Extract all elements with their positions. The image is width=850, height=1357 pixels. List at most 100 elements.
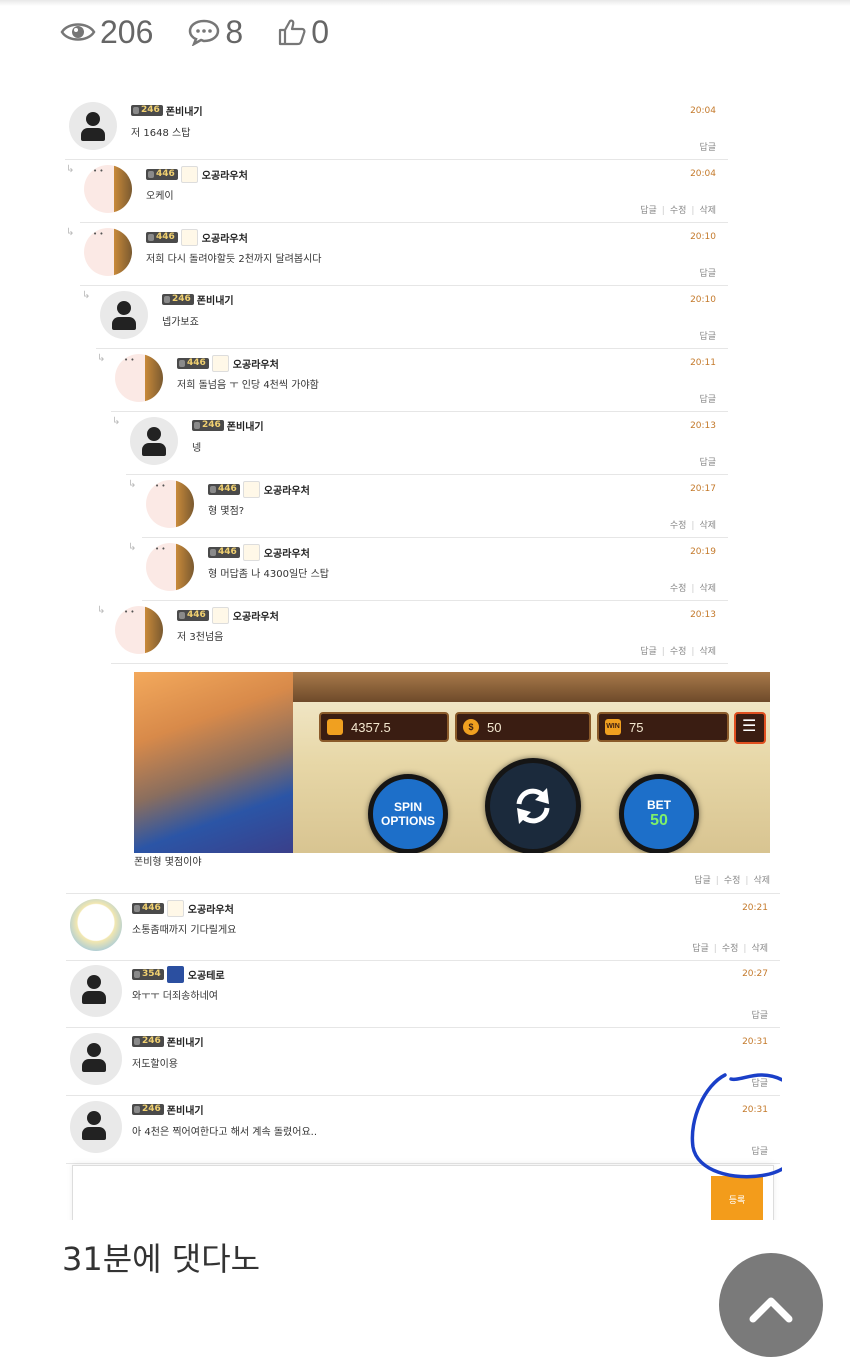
comment-actions: 답글 | 수정 | 삭제 (692, 944, 768, 954)
comment-author[interactable]: 폰비내기 (166, 103, 203, 118)
image-comment-actions: 답글 | 수정 | 삭제 (694, 876, 770, 886)
comment-time: 20:27 (742, 969, 768, 979)
comment-time: 20:04 (690, 106, 716, 116)
comment-item: ↳ 446 오공라우처 형 머답좀 나 4300일단 스탑 20:19 수정|삭… (128, 538, 728, 601)
reply-button[interactable]: 답글 (692, 944, 709, 954)
post-body-text: 31분에 댓다노 (62, 1240, 261, 1278)
comment-time: 20:11 (690, 358, 716, 368)
comment-text: 형 머답좀 나 4300일단 스탑 (208, 569, 329, 580)
reply-button[interactable]: 답글 (640, 206, 657, 216)
edit-button[interactable]: 수정 (670, 647, 687, 657)
comment-meta: 446 오공라우처 (146, 229, 248, 246)
member-badge-icon (166, 966, 184, 983)
reply-arrow-icon: ↳ (128, 479, 137, 490)
comment-author[interactable]: 오공라우처 (233, 608, 279, 623)
comment-author[interactable]: 폰비내기 (227, 418, 264, 433)
win-value: 75 (629, 719, 644, 735)
comment-actions: 답글 | 수정 | 삭제 (640, 206, 716, 216)
comment-actions: 답글 (699, 455, 716, 468)
likes-stat[interactable]: 0 (277, 14, 329, 51)
comments-stat: 8 (187, 14, 243, 51)
avatar (146, 543, 194, 591)
comment-item: ↳ 246 폰비내기 넹 20:13 답글 (112, 412, 728, 475)
reply-arrow-icon: ↳ (82, 290, 91, 301)
comment-author[interactable]: 오공라우처 (264, 545, 310, 560)
attached-game-screenshot: 4357.5 $ 50 WIN 75 SPIN OPTIONS (134, 672, 770, 853)
comment-author[interactable]: 오공라우처 (202, 230, 248, 245)
spin-button[interactable] (485, 758, 581, 853)
comment-screenshot: 246 폰비내기 저 1648 스탑 20:04 답글 ↳ 446 오공라우처 … (62, 95, 782, 1220)
comment-author[interactable]: 오공라우처 (233, 356, 279, 371)
comment-actions: 답글 (751, 1008, 768, 1021)
delete-button[interactable]: 삭제 (699, 647, 716, 657)
comment-item: 246 폰비내기 저 1648 스탑 20:04 답글 (65, 97, 728, 160)
edit-button[interactable]: 수정 (670, 521, 687, 531)
comment-author[interactable]: 폰비내기 (167, 1034, 204, 1049)
reply-button[interactable]: 답글 (699, 269, 716, 279)
bet-button[interactable]: BET 50 (619, 774, 699, 853)
comment-author[interactable]: 폰비내기 (197, 292, 234, 307)
delete-button[interactable]: 삭제 (699, 584, 716, 594)
thumbs-up-icon (279, 19, 306, 46)
reply-arrow-icon: ↳ (128, 542, 137, 553)
comment-time: 20:10 (690, 295, 716, 305)
comment-meta: 246 폰비내기 (132, 1034, 204, 1049)
comment-time: 20:17 (690, 484, 716, 494)
comment-item: 354 오공테로 와ㅜㅜ 더죄송하네여 20:27 답글 (66, 960, 780, 1028)
comment-actions: 답글 (699, 392, 716, 405)
coin-value: 50 (487, 719, 502, 735)
comment-time: 20:31 (742, 1037, 768, 1047)
comment-meta: 246 폰비내기 (132, 1102, 204, 1117)
comment-author[interactable]: 오공라우처 (188, 901, 234, 916)
reply-button[interactable]: 답글 (699, 458, 716, 468)
comment-author[interactable]: 폰비내기 (167, 1102, 204, 1117)
menu-icon[interactable] (734, 712, 766, 744)
scroll-to-top-button[interactable] (719, 1253, 823, 1357)
reply-button[interactable]: 답글 (699, 332, 716, 342)
delete-button[interactable]: 삭제 (699, 206, 716, 216)
chevron-up-icon (749, 1297, 793, 1323)
comment-meta: 246 폰비내기 (162, 292, 234, 307)
comment-meta: 354 오공테로 (132, 966, 225, 983)
reply-arrow-icon: ↳ (66, 164, 75, 175)
comment-author[interactable]: 오공라우처 (264, 482, 310, 497)
avatar (130, 417, 178, 465)
edit-button[interactable]: 수정 (670, 206, 687, 216)
comment-text: 소통좀때까지 기다릴게요 (132, 925, 237, 936)
comment-meta: 446 오공라우처 (146, 166, 248, 183)
member-badge-icon (180, 166, 198, 183)
comment-time: 20:10 (690, 232, 716, 242)
comment-text: 저희 돌넘음 ㅜ 인당 4천씩 가야함 (177, 380, 319, 391)
level-badge: 446 (146, 232, 178, 243)
delete-button[interactable]: 삭제 (753, 876, 770, 886)
comment-editor[interactable]: 등록 (72, 1165, 774, 1220)
comment-meta: 446 오공라우처 (177, 607, 279, 624)
avatar (115, 354, 163, 402)
level-badge: 246 (131, 105, 163, 116)
comment-author[interactable]: 오공테로 (188, 967, 225, 982)
delete-button[interactable]: 삭제 (751, 944, 768, 954)
coin-display: $ 50 (455, 712, 591, 742)
comment-meta: 446 오공라우처 (208, 544, 310, 561)
comment-time: 20:13 (690, 610, 716, 620)
views-stat: 206 (60, 14, 153, 51)
level-badge: 246 (162, 294, 194, 305)
delete-button[interactable]: 삭제 (699, 521, 716, 531)
reply-button[interactable]: 답글 (751, 1011, 768, 1021)
reply-button[interactable]: 답글 (640, 647, 657, 657)
reply-button[interactable]: 답글 (694, 876, 711, 886)
avatar (70, 1101, 122, 1153)
likes-count: 0 (311, 13, 329, 50)
reply-button[interactable]: 답글 (699, 143, 716, 153)
edit-button[interactable]: 수정 (724, 876, 741, 886)
comment-actions: 수정 | 삭제 (669, 521, 716, 531)
comment-author[interactable]: 오공라우처 (202, 167, 248, 182)
comment-text: 넹 (192, 443, 202, 454)
reply-button[interactable]: 답글 (699, 395, 716, 405)
balance-display: 4357.5 (319, 712, 449, 742)
wallet-icon (327, 719, 343, 735)
bet-label: BET (647, 798, 671, 812)
edit-button[interactable]: 수정 (670, 584, 687, 594)
spin-options-button[interactable]: SPIN OPTIONS (368, 774, 448, 853)
edit-button[interactable]: 수정 (722, 944, 739, 954)
